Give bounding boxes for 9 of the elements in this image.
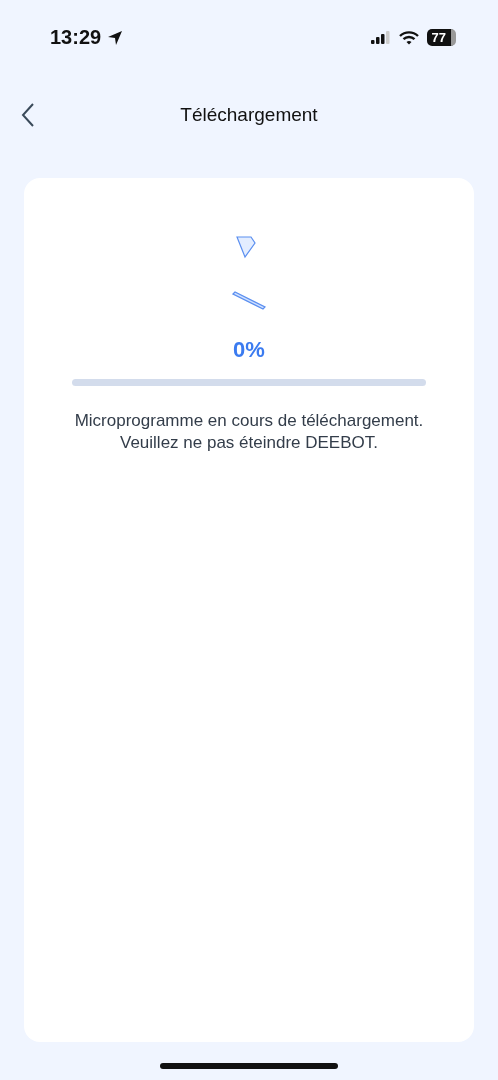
- back-button[interactable]: [21, 102, 35, 128]
- status-time: 13:29: [50, 26, 102, 49]
- battery-icon: 77: [426, 29, 456, 46]
- signal-icon: [370, 31, 391, 44]
- location-icon: [107, 29, 124, 46]
- page-title: Téléchargement: [180, 104, 318, 126]
- download-message: Microprogramme en cours de téléchargement. Veuillez ne pas éteindre DEEBOT.: [74, 410, 424, 454]
- wifi-icon: [398, 30, 419, 45]
- progress-percent: 0%: [233, 337, 265, 363]
